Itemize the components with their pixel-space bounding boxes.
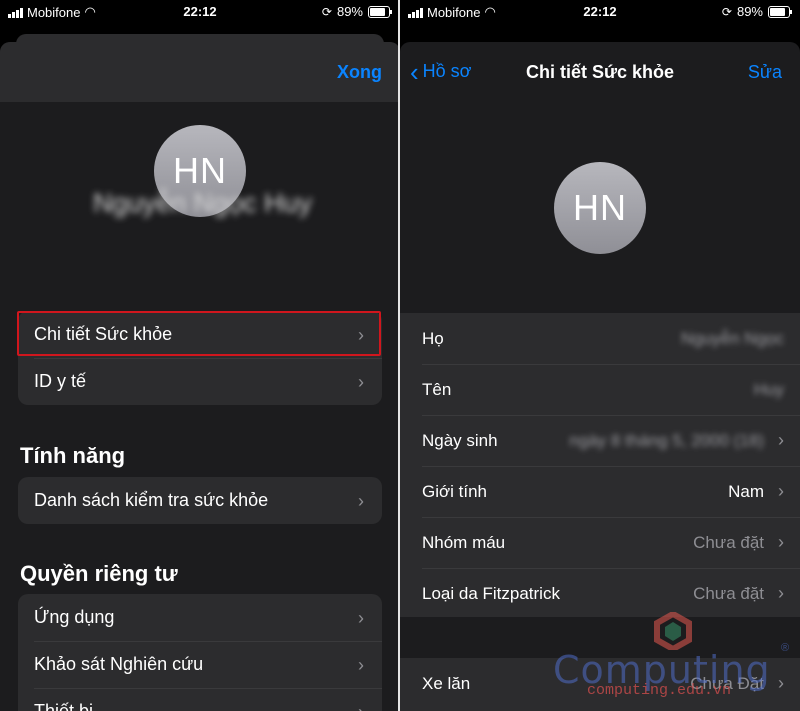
field-label: Giới tính bbox=[422, 481, 488, 501]
battery-percent: 89% bbox=[336, 4, 363, 19]
row-apps[interactable]: Ứng dụng › bbox=[18, 594, 382, 641]
field-label: Xe lăn bbox=[422, 673, 471, 693]
row-devices[interactable]: Thiết bị › bbox=[18, 688, 382, 711]
orientation-lock-icon: ⟳ bbox=[721, 4, 732, 19]
status-bar: Mobifone ◠ 22:12 ⟳ 89% bbox=[0, 0, 400, 24]
field-first-name[interactable]: Tên Huy bbox=[400, 364, 800, 415]
field-label: Loại da Fitzpatrick bbox=[422, 583, 560, 603]
battery-icon bbox=[368, 5, 392, 18]
field-blood-type[interactable]: Nhóm máu Chưa đặt › bbox=[400, 517, 800, 568]
privacy-group: Ứng dụng › Khảo sát Nghiên cứu › Thiết b… bbox=[18, 594, 382, 711]
row-label: ID y tế bbox=[34, 371, 87, 391]
chevron-right-icon: › bbox=[358, 372, 364, 392]
field-value: Nam bbox=[728, 482, 764, 501]
row-medical-id[interactable]: ID y tế › bbox=[18, 358, 382, 405]
right-screen: Mobifone ◠ 22:12 ⟳ 89% ‹ Hồ sơ Chi tiết … bbox=[400, 0, 800, 711]
row-health-checklist[interactable]: Danh sách kiểm tra sức khỏe › bbox=[18, 477, 382, 524]
edit-button[interactable]: Sửa bbox=[748, 62, 782, 83]
row-label: Khảo sát Nghiên cứu bbox=[34, 654, 204, 674]
chevron-right-icon: › bbox=[778, 673, 784, 693]
field-value: Nguyễn Ngọc bbox=[680, 329, 784, 348]
chevron-right-icon: › bbox=[358, 702, 364, 711]
sheet-header: Xong bbox=[0, 42, 400, 102]
chevron-right-icon: › bbox=[778, 481, 784, 501]
field-value: Chưa đặt bbox=[693, 584, 764, 603]
field-last-name[interactable]: Họ Nguyễn Ngọc bbox=[400, 313, 800, 364]
field-label: Ngày sinh bbox=[422, 430, 498, 450]
chevron-right-icon: › bbox=[778, 430, 784, 450]
wheelchair-group: Xe lăn Chưa Đặt › bbox=[400, 658, 800, 711]
chevron-right-icon: › bbox=[778, 583, 784, 603]
avatar: HN bbox=[554, 162, 646, 254]
row-label: Thiết bị bbox=[34, 701, 94, 711]
nav-bar: ‹ Hồ sơ Chi tiết Sức khỏe Sửa bbox=[400, 42, 800, 103]
field-value: Chưa đặt bbox=[693, 533, 764, 552]
done-button[interactable]: Xong bbox=[337, 62, 382, 83]
chevron-right-icon: › bbox=[358, 608, 364, 628]
chevron-right-icon: › bbox=[358, 655, 364, 675]
page-title: Chi tiết Sức khỏe bbox=[525, 62, 675, 82]
chevron-right-icon: › bbox=[778, 532, 784, 552]
field-wheelchair[interactable]: Xe lăn Chưa Đặt › bbox=[400, 658, 800, 709]
user-name: Nguyễn Ngọc Huy bbox=[92, 188, 313, 218]
left-screen: Mobifone ◠ 22:12 ⟳ 89% Xong HN Nguyễn Ng… bbox=[0, 0, 400, 711]
section-gap bbox=[400, 617, 800, 658]
highlight-box bbox=[17, 311, 381, 356]
chevron-right-icon: › bbox=[358, 491, 364, 511]
field-value: Chưa Đặt bbox=[690, 674, 764, 693]
field-birthday[interactable]: Ngày sinh ngày 8 tháng 5, 2000 (18) › bbox=[400, 415, 800, 466]
field-value: ngày 8 tháng 5, 2000 (18) bbox=[569, 431, 764, 450]
battery-icon bbox=[768, 5, 792, 18]
field-skin-type[interactable]: Loại da Fitzpatrick Chưa đặt › bbox=[400, 568, 800, 619]
row-label: Ứng dụng bbox=[34, 607, 115, 627]
orientation-lock-icon: ⟳ bbox=[321, 4, 332, 19]
field-label: Họ bbox=[422, 328, 444, 348]
battery-percent: 89% bbox=[736, 4, 763, 19]
row-research-studies[interactable]: Khảo sát Nghiên cứu › bbox=[18, 641, 382, 688]
features-group: Danh sách kiểm tra sức khỏe › bbox=[18, 477, 382, 524]
section-title-features: Tính năng bbox=[20, 443, 126, 468]
row-label: Danh sách kiểm tra sức khỏe bbox=[34, 490, 269, 510]
health-details-list: Họ Nguyễn Ngọc Tên Huy Ngày sinh ngày 8 … bbox=[400, 313, 800, 619]
field-value: Huy bbox=[753, 380, 784, 399]
section-title-privacy: Quyền riêng tư bbox=[20, 561, 178, 586]
field-label: Tên bbox=[422, 379, 452, 399]
status-bar: Mobifone ◠ 22:12 ⟳ 89% bbox=[400, 0, 800, 24]
avatar-area: HN bbox=[400, 103, 800, 313]
field-sex[interactable]: Giới tính Nam › bbox=[400, 466, 800, 517]
field-label: Nhóm máu bbox=[422, 532, 506, 552]
